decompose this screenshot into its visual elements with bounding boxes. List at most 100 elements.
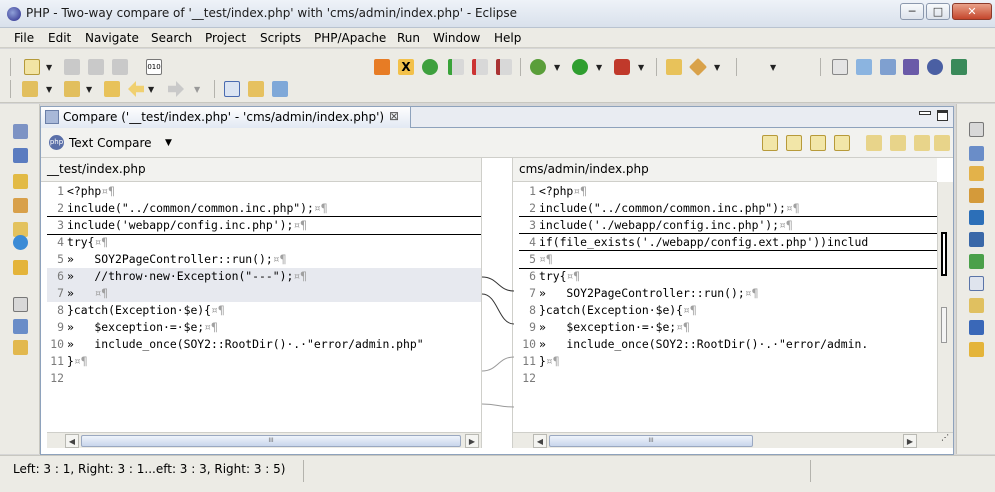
code-line[interactable]: 1 <?php¤¶ <box>47 183 481 200</box>
scroll-right-icon[interactable]: ▶ <box>465 434 479 448</box>
code-line[interactable]: 4 if(file_exists('./webapp/config.ext.php… <box>519 233 937 252</box>
show-ancestor-icon[interactable] <box>272 81 288 97</box>
last-edit-icon[interactable] <box>104 81 120 97</box>
viewer-dropdown-icon[interactable]: ▼ <box>165 138 172 148</box>
minimize-button[interactable]: ─ <box>900 3 924 20</box>
copy-all-left-to-right-icon[interactable] <box>762 135 778 151</box>
right-scroll-thumb[interactable]: III <box>549 435 753 447</box>
code-line[interactable]: 9» $exception·=·$e;¤¶ <box>47 319 481 336</box>
forward-icon[interactable] <box>168 81 184 97</box>
perspective-c-icon[interactable] <box>903 59 919 75</box>
overview-scroll-marker[interactable] <box>941 307 947 343</box>
next-annotation-icon[interactable] <box>22 81 38 97</box>
console-view-icon[interactable] <box>969 146 984 161</box>
cross-icon[interactable]: X <box>398 59 414 75</box>
menu-search[interactable]: Search <box>151 31 192 45</box>
menu-run[interactable]: Run <box>397 31 420 45</box>
code-line[interactable]: 11}¤¶ <box>519 353 937 370</box>
hierarchy-view-icon[interactable] <box>13 148 28 163</box>
code-line[interactable]: 8}catch(Exception·$e){¤¶ <box>519 302 937 319</box>
minimize-editor-icon[interactable] <box>919 111 931 115</box>
scroll-left-icon[interactable]: ◀ <box>533 434 547 448</box>
ignore-whitespace-icon[interactable] <box>248 81 264 97</box>
navigator-view-icon[interactable] <box>13 174 28 189</box>
code-line[interactable]: 2 include("../common/common.inc.php");¤¶ <box>519 200 937 217</box>
copy-current-right-to-left-icon[interactable] <box>834 135 850 151</box>
scroll-right-icon[interactable]: ▶ <box>903 434 917 448</box>
menu-file[interactable]: File <box>14 31 34 45</box>
code-line[interactable]: 8}catch(Exception·$e){¤¶ <box>47 302 481 319</box>
maximize-button[interactable]: □ <box>926 3 950 20</box>
code-line[interactable]: 5» SOY2PageController::run();¤¶ <box>47 251 481 268</box>
code-line[interactable]: 7» ¤¶ <box>47 285 481 302</box>
wand-icon[interactable] <box>688 57 708 77</box>
properties-view-icon[interactable] <box>969 276 984 291</box>
diff-overview-ruler[interactable] <box>937 182 953 448</box>
sql-icon[interactable] <box>422 59 438 75</box>
new-icon[interactable] <box>24 59 40 75</box>
type-hierarchy-icon[interactable] <box>13 319 28 334</box>
code-line[interactable]: 11}¤¶ <box>47 353 481 370</box>
new-dropdown-icon[interactable]: ▼ <box>46 63 52 72</box>
code-line[interactable]: 1 <?php¤¶ <box>519 183 937 200</box>
left-scroll-thumb[interactable]: III <box>81 435 461 447</box>
code-line[interactable]: 12 <box>47 370 481 387</box>
previous-annotation-dropdown-icon[interactable]: ▼ <box>86 85 92 94</box>
perspective-a-icon[interactable] <box>856 59 872 75</box>
next-change-icon[interactable] <box>914 135 930 151</box>
open-folder-icon[interactable] <box>666 59 682 75</box>
code-line[interactable]: 10» include_once(SOY2::RootDir()·.·"erro… <box>47 336 481 353</box>
open-perspective-icon[interactable] <box>832 59 848 75</box>
problems-view-icon[interactable] <box>969 166 984 181</box>
debug-dropdown-icon[interactable]: ▼ <box>554 63 560 72</box>
perspective-b-icon[interactable] <box>880 59 896 75</box>
menu-edit[interactable]: Edit <box>48 31 71 45</box>
code-line[interactable]: 12 <box>519 370 937 387</box>
code-line[interactable]: 2 include("../common/common.inc.php");¤¶ <box>47 200 481 217</box>
search-view-icon[interactable] <box>969 188 984 203</box>
debug-output-icon[interactable] <box>969 320 984 335</box>
previous-change-icon[interactable] <box>934 135 950 151</box>
compare-tab[interactable]: Compare ('__test/index.php' - 'cms/admin… <box>41 107 411 128</box>
binary-icon[interactable]: 010 <box>146 59 162 75</box>
debug-php-icon[interactable] <box>472 59 488 75</box>
outline-view-icon[interactable] <box>13 124 28 139</box>
code-line[interactable]: 4 try{¤¶ <box>47 234 481 251</box>
run-icon[interactable] <box>572 59 588 75</box>
wand-dropdown-icon[interactable]: ▼ <box>714 63 720 72</box>
history-view-icon[interactable] <box>969 342 984 357</box>
code-line[interactable]: 7» SOY2PageController::run();¤¶ <box>519 285 937 302</box>
menu-window[interactable]: Window <box>433 31 480 45</box>
previous-difference-icon[interactable] <box>890 135 906 151</box>
next-annotation-dropdown-icon[interactable]: ▼ <box>46 85 52 94</box>
left-horizontal-scrollbar[interactable]: ◀ III ▶ <box>47 432 481 448</box>
toggle-mark-occurrences-icon[interactable] <box>224 81 240 97</box>
browser-view-icon[interactable] <box>13 235 28 250</box>
tab-close-icon[interactable]: ⊠ <box>389 109 399 123</box>
close-button[interactable]: ✕ <box>952 3 992 20</box>
code-line[interactable]: 9» $exception·=·$e;¤¶ <box>519 319 937 336</box>
run-dropdown-icon[interactable]: ▼ <box>596 63 602 72</box>
external-tools-icon[interactable] <box>614 59 630 75</box>
display-view-icon[interactable] <box>969 232 984 247</box>
left-code-pane[interactable]: 1 <?php¤¶ 2 include("../common/common.inc.p… <box>47 182 481 432</box>
right-horizontal-scrollbar[interactable]: ◀ III ▶ <box>513 432 937 448</box>
edit-view-icon[interactable] <box>969 298 984 313</box>
project-outline-icon[interactable] <box>13 340 28 355</box>
code-line[interactable]: 6 try{¤¶ <box>519 268 937 285</box>
save-all-icon[interactable] <box>88 59 104 75</box>
run-php-icon[interactable] <box>448 59 464 75</box>
help-view-icon[interactable] <box>969 210 984 225</box>
code-line[interactable]: 6» //throw·new·Exception("---");¤¶ <box>47 268 481 285</box>
next-difference-icon[interactable] <box>866 135 882 151</box>
code-line[interactable]: 3 include('webapp/config.inc.php');¤¶ <box>47 216 481 235</box>
code-line[interactable]: 10» include_once(SOY2::RootDir()·.·"erro… <box>519 336 937 353</box>
right-code-pane[interactable]: 1 <?php¤¶ 2 include("../common/common.inc.p… <box>519 182 937 432</box>
overview-change-marker[interactable] <box>941 232 947 276</box>
external-tools-dropdown-icon[interactable]: ▼ <box>638 63 644 72</box>
php-perspective-icon[interactable] <box>927 59 943 75</box>
perspective-d-icon[interactable] <box>951 59 967 75</box>
back-dropdown-icon[interactable]: ▼ <box>148 85 154 94</box>
restore-view-icon[interactable] <box>13 297 28 312</box>
forward-dropdown-icon[interactable]: ▼ <box>194 85 200 94</box>
